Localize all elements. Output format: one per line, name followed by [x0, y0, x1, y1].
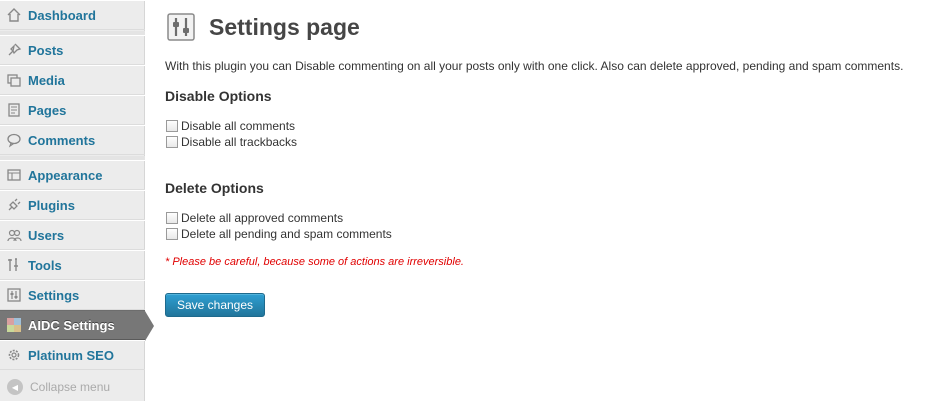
- menu-item-dashboard[interactable]: Dashboard: [0, 0, 145, 30]
- appearance-icon: [6, 167, 22, 183]
- menu-label: Appearance: [28, 167, 103, 183]
- intro-text: With this plugin you can Disable comment…: [165, 59, 904, 73]
- option-label: Delete all approved comments: [181, 211, 344, 225]
- menu-item-settings[interactable]: Settings: [0, 280, 145, 310]
- disable-options-title: Disable Options: [165, 88, 272, 104]
- page-title: Settings page: [209, 14, 360, 40]
- menu-label: Dashboard: [28, 7, 96, 23]
- option-label: Disable all trackbacks: [181, 135, 298, 149]
- aidc-icon: [6, 317, 22, 333]
- menu-item-plugins[interactable]: Plugins: [0, 190, 145, 220]
- delete-pending-spam-option[interactable]: Delete all pending and spam comments: [166, 227, 392, 241]
- main-content: Settings page With this plugin you can D…: [145, 0, 939, 401]
- menu-label: Posts: [28, 42, 64, 58]
- option-label: Delete all pending and spam comments: [181, 227, 392, 241]
- menu-label: Users: [28, 227, 65, 243]
- plugin-icon: [6, 197, 22, 213]
- delete-options-title: Delete Options: [165, 180, 264, 196]
- menu-item-pages[interactable]: Pages: [0, 95, 145, 125]
- save-changes-button[interactable]: Save changes: [165, 293, 265, 317]
- settings-icon: [6, 287, 22, 303]
- menu-item-users[interactable]: Users: [0, 220, 145, 250]
- menu-label: Settings: [28, 287, 80, 303]
- delete-approved-checkbox[interactable]: [166, 212, 178, 224]
- disable-comments-checkbox[interactable]: [166, 120, 178, 132]
- disable-comments-option[interactable]: Disable all comments: [166, 119, 295, 133]
- menu-item-appearance[interactable]: Appearance: [0, 160, 145, 190]
- warning-text: * Please be careful, because some of act…: [165, 256, 464, 268]
- menu-item-tools[interactable]: Tools: [0, 250, 145, 280]
- collapse-arrow-icon: ◀: [7, 379, 23, 395]
- delete-pending-spam-checkbox[interactable]: [166, 228, 178, 240]
- menu-label: AIDC Settings: [28, 317, 115, 333]
- users-icon: [6, 227, 22, 243]
- menu-item-media[interactable]: Media: [0, 65, 145, 95]
- disable-trackbacks-option[interactable]: Disable all trackbacks: [166, 135, 297, 149]
- home-icon: [6, 7, 22, 23]
- collapse-menu-button[interactable]: ◀ Collapse menu: [0, 373, 145, 401]
- menu-label: Comments: [28, 132, 96, 148]
- menu-label: Plugins: [28, 197, 75, 213]
- media-icon: [6, 72, 22, 88]
- menu-item-comments[interactable]: Comments: [0, 125, 145, 155]
- menu-label: Media: [28, 72, 65, 88]
- comment-icon: [6, 132, 22, 148]
- pages-icon: [6, 102, 22, 118]
- menu-label: Platinum SEO: [28, 347, 114, 363]
- option-label: Disable all comments: [181, 119, 296, 133]
- tools-icon: [6, 257, 22, 273]
- pushpin-icon: [6, 42, 22, 58]
- menu-item-posts[interactable]: Posts: [0, 35, 145, 65]
- menu-item-platinum-seo[interactable]: Platinum SEO: [0, 340, 145, 370]
- menu-label: Pages: [28, 102, 67, 118]
- gear-icon: [6, 347, 22, 363]
- admin-sidebar: Dashboard Posts Media Pages Comments App…: [0, 0, 154, 401]
- settings-page-icon: [167, 13, 195, 41]
- menu-item-aidc-settings[interactable]: AIDC Settings: [0, 310, 154, 341]
- delete-approved-option[interactable]: Delete all approved comments: [166, 211, 343, 225]
- collapse-menu-label: Collapse menu: [30, 380, 111, 394]
- menu-label: Tools: [28, 257, 62, 273]
- disable-trackbacks-checkbox[interactable]: [166, 136, 178, 148]
